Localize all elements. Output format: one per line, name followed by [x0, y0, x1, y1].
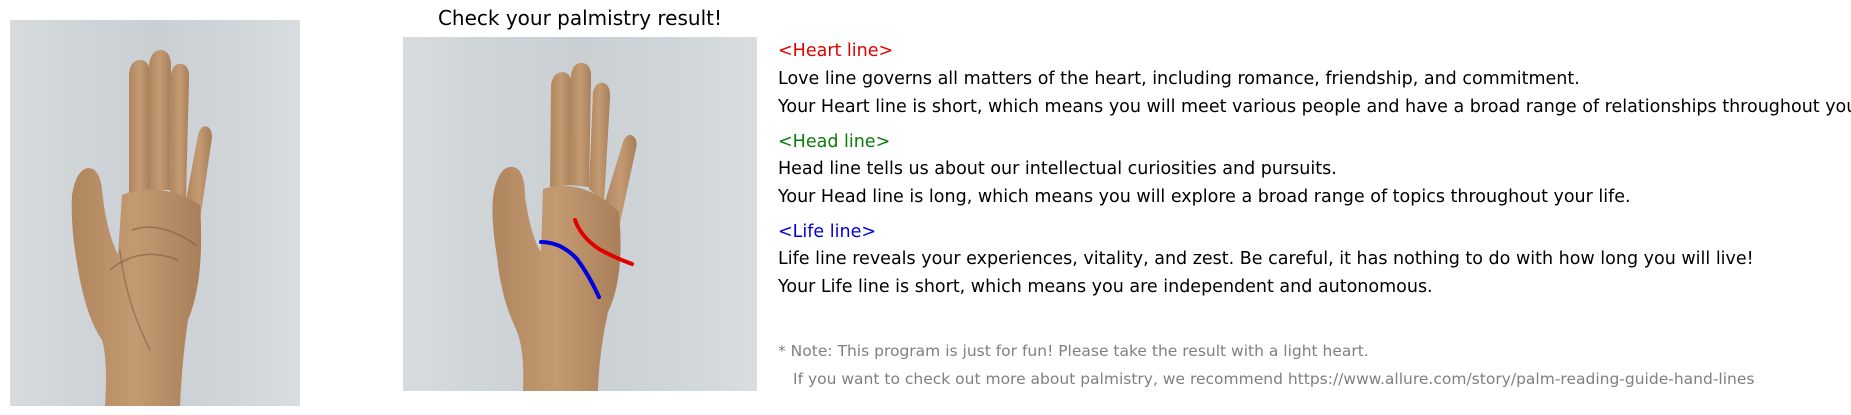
- palmistry-reference: If you want to check out more about palm…: [793, 370, 1755, 388]
- middle-finger: [570, 62, 592, 187]
- index-finger: [550, 72, 572, 187]
- result-title: Check your palmistry result!: [437, 6, 723, 30]
- life-line-description: Life line reveals your experiences, vita…: [778, 249, 1754, 269]
- heart-line-description: Love line governs all matters of the hea…: [778, 69, 1580, 89]
- ring-finger: [589, 82, 611, 202]
- input-hand-image: [10, 20, 300, 406]
- palm: [492, 166, 621, 391]
- middle-finger: [149, 50, 171, 190]
- result-hand-image: [403, 37, 757, 391]
- result-hand-drawing: [492, 62, 637, 391]
- index-finger: [129, 60, 150, 195]
- life-line-header: <Life line>: [778, 222, 877, 242]
- fun-note: * Note: This program is just for fun! Pl…: [778, 342, 1369, 360]
- heart-line-header: <Heart line>: [778, 41, 894, 61]
- head-line-description: Head line tells us about our intellectua…: [778, 159, 1337, 179]
- heart-line-reading: Your Heart line is short, which means yo…: [778, 97, 1851, 117]
- life-line-reading: Your Life line is short, which means you…: [778, 277, 1433, 297]
- hand-drawing: [71, 50, 212, 406]
- ring-finger: [170, 63, 190, 198]
- palm: [71, 168, 202, 406]
- head-line-header: <Head line>: [778, 132, 891, 152]
- head-line-reading: Your Head line is long, which means you …: [778, 187, 1631, 207]
